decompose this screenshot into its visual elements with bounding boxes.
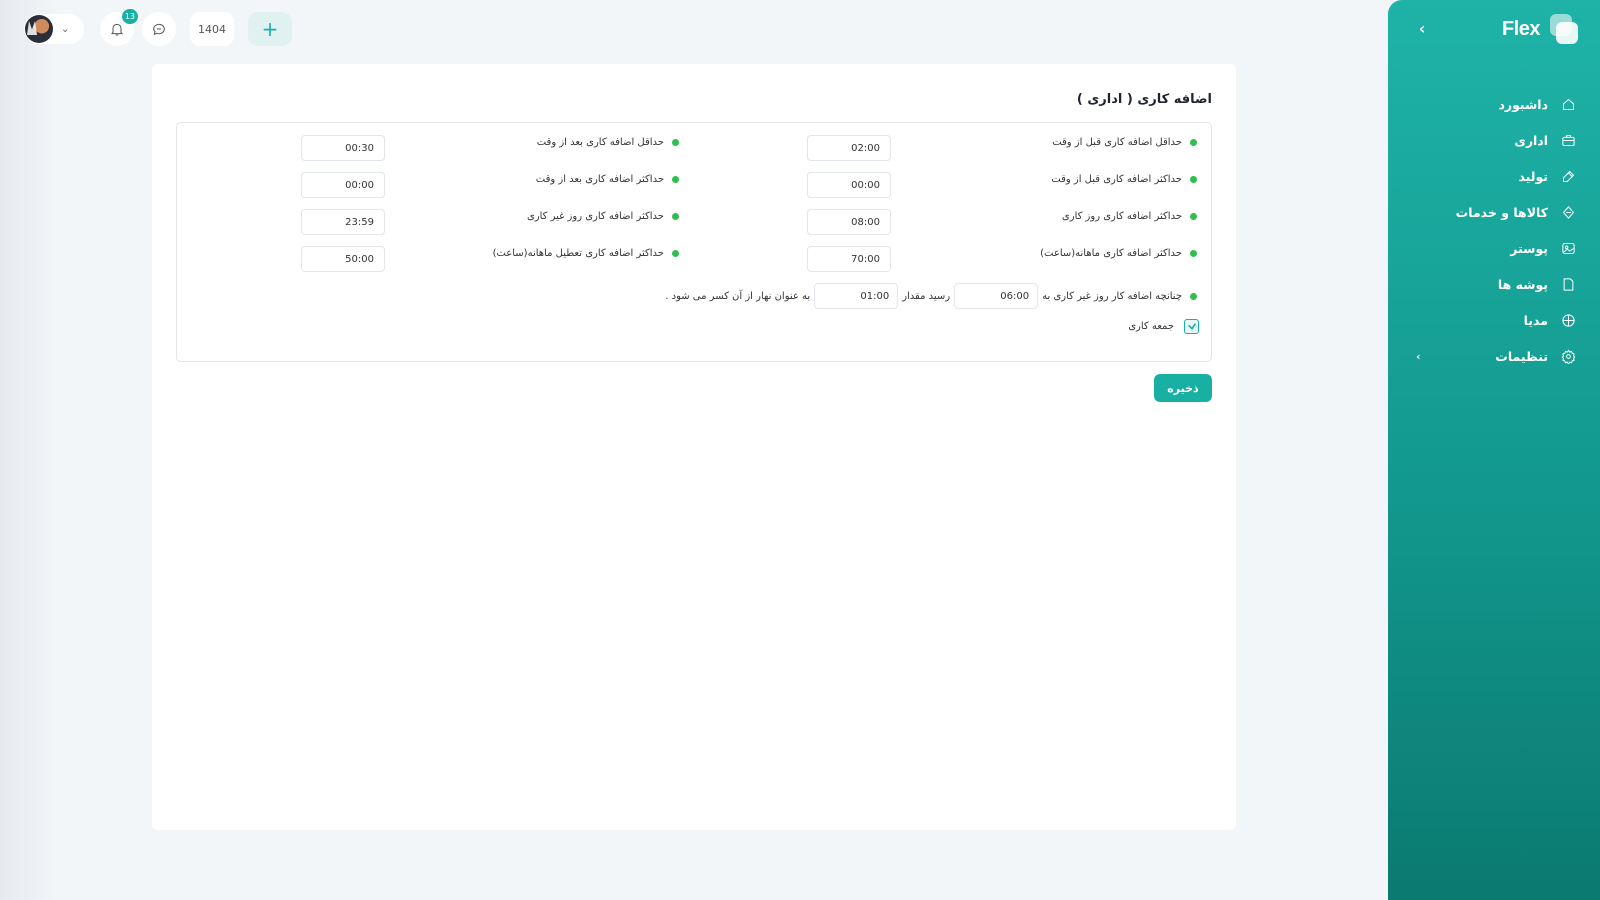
- brand-name: Flex: [1501, 17, 1541, 40]
- gear-icon: [1560, 348, 1576, 364]
- chat-button[interactable]: [142, 12, 176, 46]
- sidebar-item-label: داشبورد: [1498, 96, 1548, 112]
- setting-row: حداکثر اضافه کاری روز کاری: [1062, 211, 1197, 222]
- status-dot-icon: [1190, 213, 1197, 220]
- sidebar: ‹ Flex داشبورد اداری تولید کالاها و خدما…: [1388, 0, 1600, 900]
- lunch-rule-row: چنانچه اضافه کار روز غیر کاری به 06:00 ر…: [665, 283, 1197, 309]
- friday-work-row: جمعه کاری: [1128, 319, 1199, 334]
- overtime-settings-panel: حداقل اضافه کاری قبل از وقت 02:00 حداکثر…: [176, 122, 1212, 362]
- lunch-rule-text: رسید مقدار: [902, 290, 951, 302]
- setting-label: حداکثر اضافه کاری بعد از وقت: [535, 174, 664, 185]
- user-menu[interactable]: ⌄: [24, 14, 84, 44]
- sidebar-item-label: تنظیمات: [1495, 348, 1548, 364]
- add-button[interactable]: +: [248, 12, 292, 46]
- setting-row: حداکثر اضافه کاری ماهانه(ساعت): [1040, 248, 1197, 259]
- year-selector[interactable]: 1404: [190, 12, 234, 46]
- max-overtime-monthly-holiday-field[interactable]: 50:00: [301, 246, 385, 272]
- max-overtime-after-field[interactable]: 00:00: [301, 172, 385, 198]
- notification-badge: 13: [121, 9, 138, 24]
- status-dot-icon: [672, 250, 679, 257]
- home-icon: [1560, 96, 1576, 112]
- max-overtime-monthly-field[interactable]: 70:00: [807, 246, 891, 272]
- setting-row: حداکثر اضافه کاری بعد از وقت: [536, 174, 679, 185]
- setting-row: حداکثر اضافه کاری روز غیر کاری: [527, 211, 679, 222]
- sidebar-item-label: اداری: [1514, 132, 1548, 148]
- sidebar-item-label: پوشه ها: [1497, 276, 1548, 292]
- setting-label: حداکثر اضافه کاری ماهانه(ساعت): [1040, 248, 1182, 259]
- setting-row: حداقل اضافه کاری قبل از وقت: [1052, 137, 1197, 148]
- min-overtime-before-field[interactable]: 02:00: [807, 135, 891, 161]
- sidebar-item-media[interactable]: مدیا: [1388, 302, 1600, 338]
- left-edge-shade: [0, 0, 60, 900]
- setting-row: حداقل اضافه کاری بعد از وقت: [537, 137, 679, 148]
- setting-label: حداکثر اضافه کاری قبل از وقت: [1051, 174, 1182, 185]
- page-title: اضافه کاری ( اداری ): [1076, 92, 1212, 107]
- sidebar-item-label: تولید: [1518, 168, 1548, 184]
- sidebar-item-label: مدیا: [1523, 312, 1548, 328]
- setting-row: حداکثر اضافه کاری قبل از وقت: [1051, 174, 1197, 185]
- max-overtime-holiday-field[interactable]: 23:59: [301, 209, 385, 235]
- globe-icon: [1560, 312, 1576, 328]
- friday-work-checkbox[interactable]: [1184, 319, 1199, 334]
- chevron-left-icon: ‹: [1416, 349, 1421, 363]
- status-dot-icon: [1190, 176, 1197, 183]
- max-overtime-before-field[interactable]: 00:00: [807, 172, 891, 198]
- sidebar-item-label: کالاها و خدمات: [1455, 204, 1548, 220]
- status-dot-icon: [1190, 250, 1197, 257]
- friday-work-label: جمعه کاری: [1128, 321, 1174, 332]
- status-dot-icon: [1190, 139, 1197, 146]
- status-dot-icon: [672, 176, 679, 183]
- lunch-rule-text: چنانچه اضافه کار روز غیر کاری به: [1042, 290, 1182, 302]
- sidebar-item-folders[interactable]: پوشه ها: [1388, 266, 1600, 302]
- avatar: [25, 15, 53, 43]
- status-dot-icon: [1190, 292, 1197, 300]
- status-dot-icon: [672, 139, 679, 146]
- setting-label: حداکثر اضافه کاری روز کاری: [1061, 211, 1182, 222]
- sidebar-nav: داشبورد اداری تولید کالاها و خدمات پوستر…: [1388, 86, 1600, 374]
- overtime-settings-card: اضافه کاری ( اداری ) حداقل اضافه کاری قب…: [152, 64, 1236, 830]
- cube-icon: [1560, 204, 1576, 220]
- setting-label: حداکثر اضافه کاری تعطیل ماهانه(ساعت): [492, 248, 664, 259]
- bell-icon: [111, 23, 123, 36]
- setting-label: حداقل اضافه کاری قبل از وقت: [1052, 137, 1182, 148]
- lunch-rule-text: به عنوان نهار از آن کسر می شود .: [665, 290, 811, 302]
- sidebar-item-products-services[interactable]: کالاها و خدمات: [1388, 194, 1600, 230]
- folder-icon: [1560, 276, 1576, 292]
- sidebar-item-administrative[interactable]: اداری: [1388, 122, 1600, 158]
- save-button[interactable]: ذخیره: [1154, 374, 1212, 402]
- tools-icon: [1560, 168, 1576, 184]
- notifications-button[interactable]: 13: [100, 9, 138, 46]
- lunch-deduction-field[interactable]: 01:00: [814, 283, 899, 309]
- chevron-down-icon: ⌄: [61, 23, 70, 35]
- check-icon: [1187, 322, 1196, 330]
- sidebar-collapse-button[interactable]: ‹: [1412, 18, 1432, 38]
- min-overtime-after-field[interactable]: 00:30: [301, 135, 385, 161]
- setting-label: حداقل اضافه کاری بعد از وقت: [536, 137, 664, 148]
- setting-label: حداکثر اضافه کاری روز غیر کاری: [526, 211, 664, 222]
- status-dot-icon: [672, 213, 679, 220]
- chat-icon: [153, 23, 165, 36]
- sidebar-item-label: پوستر: [1510, 240, 1548, 256]
- briefcase-icon: [1560, 132, 1576, 148]
- sidebar-item-dashboard[interactable]: داشبورد: [1388, 86, 1600, 122]
- logo-mark-icon: [1548, 14, 1578, 44]
- logo: Flex: [1502, 14, 1578, 44]
- sidebar-item-poster[interactable]: پوستر: [1388, 230, 1600, 266]
- setting-row: حداکثر اضافه کاری تعطیل ماهانه(ساعت): [493, 248, 679, 259]
- sidebar-item-production[interactable]: تولید: [1388, 158, 1600, 194]
- chevron-left-icon: ‹: [1418, 18, 1426, 38]
- sidebar-item-settings[interactable]: ‹ تنظیمات: [1388, 338, 1600, 374]
- max-overtime-workday-field[interactable]: 08:00: [807, 209, 891, 235]
- image-icon: [1560, 240, 1576, 256]
- lunch-threshold-field[interactable]: 06:00: [954, 283, 1039, 309]
